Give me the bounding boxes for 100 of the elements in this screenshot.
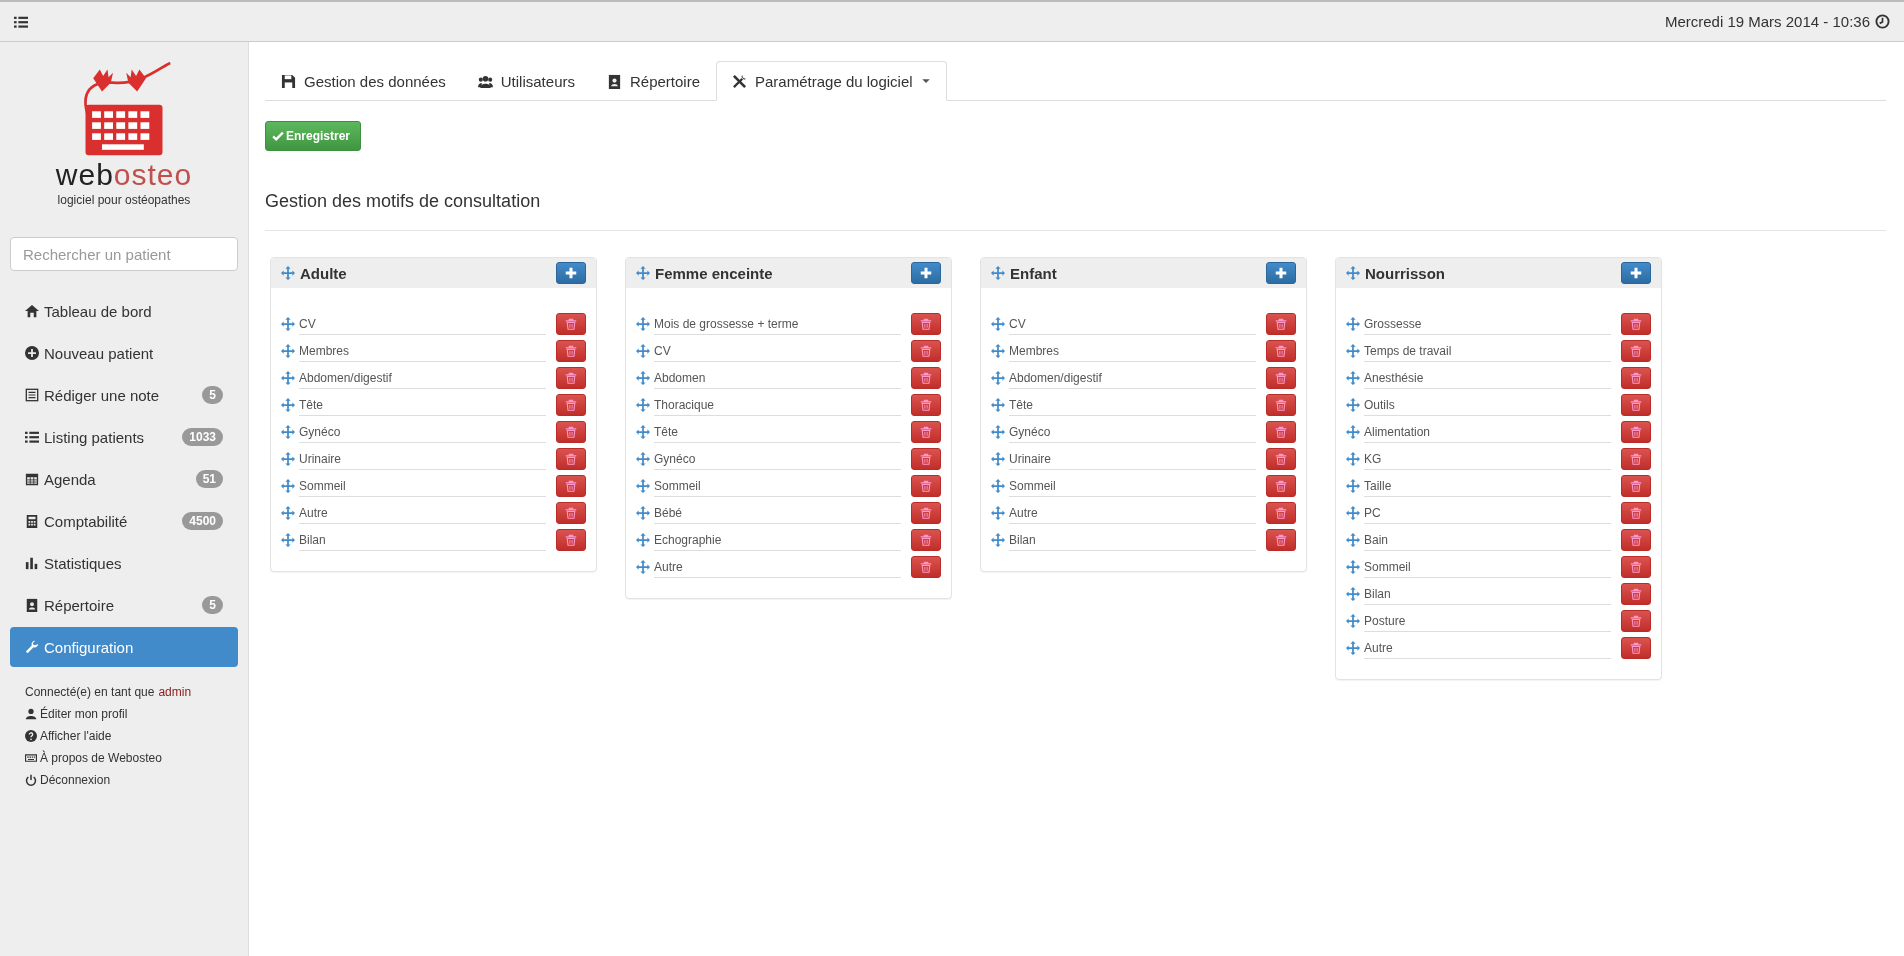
move-icon[interactable] bbox=[1346, 425, 1360, 439]
move-icon[interactable] bbox=[636, 533, 650, 547]
menu-icon[interactable] bbox=[14, 14, 28, 29]
delete-button[interactable] bbox=[1621, 421, 1651, 443]
delete-button[interactable] bbox=[556, 313, 586, 335]
reason-label[interactable]: CV bbox=[1009, 313, 1256, 335]
reason-label[interactable]: Taille bbox=[1364, 475, 1611, 497]
reason-label[interactable]: Gynéco bbox=[654, 448, 901, 470]
delete-button[interactable] bbox=[1621, 502, 1651, 524]
username-link[interactable]: admin bbox=[158, 685, 192, 699]
move-icon[interactable] bbox=[1346, 398, 1360, 412]
delete-button[interactable] bbox=[1621, 313, 1651, 335]
move-icon[interactable] bbox=[281, 425, 295, 439]
delete-button[interactable] bbox=[1266, 313, 1296, 335]
delete-button[interactable] bbox=[1266, 394, 1296, 416]
reason-label[interactable]: Bain bbox=[1364, 529, 1611, 551]
delete-button[interactable] bbox=[1621, 529, 1651, 551]
add-button[interactable] bbox=[1621, 262, 1651, 284]
move-icon[interactable] bbox=[1346, 614, 1360, 628]
delete-button[interactable] bbox=[1621, 475, 1651, 497]
move-icon[interactable] bbox=[636, 266, 650, 280]
sidebar-link[interactable]: À propos de Webosteo bbox=[10, 751, 238, 765]
move-icon[interactable] bbox=[991, 479, 1005, 493]
move-icon[interactable] bbox=[991, 398, 1005, 412]
sidebar-link[interactable]: Déconnexion bbox=[10, 773, 238, 787]
move-icon[interactable] bbox=[1346, 587, 1360, 601]
move-icon[interactable] bbox=[281, 371, 295, 385]
move-icon[interactable] bbox=[991, 371, 1005, 385]
move-icon[interactable] bbox=[636, 425, 650, 439]
delete-button[interactable] bbox=[911, 340, 941, 362]
move-icon[interactable] bbox=[1346, 452, 1360, 466]
reason-label[interactable]: Autre bbox=[1364, 637, 1611, 659]
delete-button[interactable] bbox=[1621, 340, 1651, 362]
move-icon[interactable] bbox=[991, 452, 1005, 466]
reason-label[interactable]: Autre bbox=[299, 502, 546, 524]
reason-label[interactable]: Alimentation bbox=[1364, 421, 1611, 443]
delete-button[interactable] bbox=[911, 394, 941, 416]
delete-button[interactable] bbox=[911, 475, 941, 497]
delete-button[interactable] bbox=[556, 394, 586, 416]
move-icon[interactable] bbox=[1346, 641, 1360, 655]
move-icon[interactable] bbox=[991, 344, 1005, 358]
delete-button[interactable] bbox=[1621, 448, 1651, 470]
reason-label[interactable]: Tête bbox=[1009, 394, 1256, 416]
delete-button[interactable] bbox=[911, 313, 941, 335]
delete-button[interactable] bbox=[1621, 583, 1651, 605]
reason-label[interactable]: Grossesse bbox=[1364, 313, 1611, 335]
reason-label[interactable]: Outils bbox=[1364, 394, 1611, 416]
reason-label[interactable]: Sommeil bbox=[299, 475, 546, 497]
move-icon[interactable] bbox=[281, 479, 295, 493]
reason-label[interactable]: Abdomen/digestif bbox=[299, 367, 546, 389]
move-icon[interactable] bbox=[1346, 266, 1360, 280]
delete-button[interactable] bbox=[911, 448, 941, 470]
reason-label[interactable]: Bilan bbox=[1364, 583, 1611, 605]
move-icon[interactable] bbox=[281, 452, 295, 466]
move-icon[interactable] bbox=[281, 506, 295, 520]
move-icon[interactable] bbox=[636, 560, 650, 574]
nav-item[interactable]: Rédiger une note 5 bbox=[10, 375, 238, 415]
delete-button[interactable] bbox=[911, 529, 941, 551]
reason-label[interactable]: Abdomen bbox=[654, 367, 901, 389]
nav-item[interactable]: Statistiques bbox=[10, 543, 238, 583]
reason-label[interactable]: Autre bbox=[1009, 502, 1256, 524]
reason-label[interactable]: CV bbox=[654, 340, 901, 362]
tab[interactable]: Gestion des données bbox=[265, 61, 462, 101]
move-icon[interactable] bbox=[636, 371, 650, 385]
nav-item[interactable]: Répertoire 5 bbox=[10, 585, 238, 625]
move-icon[interactable] bbox=[991, 533, 1005, 547]
delete-button[interactable] bbox=[1266, 502, 1296, 524]
add-button[interactable] bbox=[556, 262, 586, 284]
delete-button[interactable] bbox=[1266, 421, 1296, 443]
move-icon[interactable] bbox=[636, 452, 650, 466]
nav-item[interactable]: Tableau de bord bbox=[10, 291, 238, 331]
move-icon[interactable] bbox=[281, 266, 295, 280]
delete-button[interactable] bbox=[911, 502, 941, 524]
move-icon[interactable] bbox=[281, 398, 295, 412]
move-icon[interactable] bbox=[991, 317, 1005, 331]
delete-button[interactable] bbox=[556, 421, 586, 443]
delete-button[interactable] bbox=[1266, 448, 1296, 470]
reason-label[interactable]: Temps de travail bbox=[1364, 340, 1611, 362]
reason-label[interactable]: Sommeil bbox=[654, 475, 901, 497]
nav-item[interactable]: Agenda 51 bbox=[10, 459, 238, 499]
delete-button[interactable] bbox=[556, 475, 586, 497]
reason-label[interactable]: Thoracique bbox=[654, 394, 901, 416]
move-icon[interactable] bbox=[636, 506, 650, 520]
reason-label[interactable]: KG bbox=[1364, 448, 1611, 470]
tab[interactable]: Utilisateurs bbox=[461, 61, 591, 101]
move-icon[interactable] bbox=[1346, 533, 1360, 547]
delete-button[interactable] bbox=[1621, 610, 1651, 632]
sidebar-link[interactable]: Éditer mon profil bbox=[10, 707, 238, 721]
delete-button[interactable] bbox=[911, 556, 941, 578]
reason-label[interactable]: Membres bbox=[1009, 340, 1256, 362]
delete-button[interactable] bbox=[1266, 529, 1296, 551]
nav-item[interactable]: Listing patients 1033 bbox=[10, 417, 238, 457]
reason-label[interactable]: Sommeil bbox=[1364, 556, 1611, 578]
move-icon[interactable] bbox=[636, 479, 650, 493]
reason-label[interactable]: CV bbox=[299, 313, 546, 335]
delete-button[interactable] bbox=[911, 367, 941, 389]
delete-button[interactable] bbox=[1621, 394, 1651, 416]
delete-button[interactable] bbox=[1266, 475, 1296, 497]
move-icon[interactable] bbox=[1346, 344, 1360, 358]
reason-label[interactable]: Bilan bbox=[299, 529, 546, 551]
